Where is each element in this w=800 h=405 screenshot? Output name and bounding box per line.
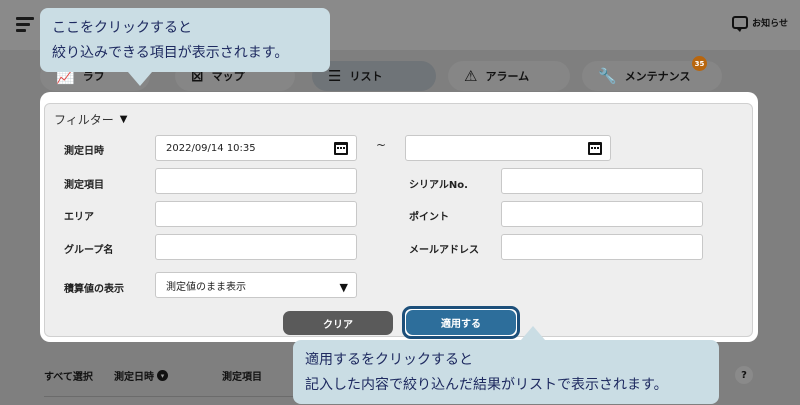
list-header: すべて選択 測定日時 ▾ 測定項目 — [44, 368, 262, 383]
date-from-field[interactable]: 2022/09/14 10:35 — [155, 135, 357, 161]
integral-select[interactable]: 測定値のまま表示 ▼ — [155, 272, 357, 298]
sort-chevron-down-icon[interactable]: ▾ — [157, 370, 168, 381]
callout-apply-hint: 適用するをクリックすると 記入した内容で絞り込んだ結果がリストで表示されます。 — [293, 326, 719, 404]
tab-label: メンテナンス — [624, 70, 691, 83]
serial-input[interactable] — [501, 168, 703, 194]
area-label: エリア — [64, 212, 94, 223]
column-datetime[interactable]: 測定日時 ▾ — [114, 368, 222, 383]
dropdown-arrow-icon: ▼ — [339, 281, 348, 294]
chat-bubble-icon — [732, 16, 749, 32]
callout-top-line1: ここをクリックすると — [52, 20, 192, 36]
group-label: グループ名 — [64, 245, 114, 256]
calendar-icon[interactable] — [334, 142, 348, 155]
item-label: 測定項目 — [64, 180, 104, 191]
tab-label: アラーム — [485, 70, 530, 83]
item-input[interactable] — [155, 168, 357, 194]
date-to-field[interactable] — [405, 135, 611, 161]
apply-button[interactable]: 適用する — [406, 310, 516, 335]
integral-label: 積算値の表示 — [64, 284, 124, 295]
callout-top-line2: 絞り込みできる項目が表示されます。 — [52, 45, 289, 61]
maintenance-icon: 🔧 — [598, 67, 617, 85]
filter-toggle[interactable]: フィルター ▼ — [54, 111, 127, 128]
tab-label: リスト — [349, 70, 383, 83]
range-separator: ~ — [376, 138, 387, 152]
tab-list[interactable]: ☰ リスト — [312, 61, 436, 91]
calendar-icon[interactable] — [588, 142, 602, 155]
list-icon: ☰ — [328, 67, 342, 85]
maintenance-badge: 35 — [692, 56, 707, 71]
area-input[interactable] — [155, 201, 357, 227]
caret-down-icon: ▼ — [119, 114, 128, 125]
callout-bottom-line1: 適用するをクリックすると — [305, 352, 473, 368]
callout-bottom-line2: 記入した内容で絞り込んだ結果がリストで表示されます。 — [305, 377, 668, 393]
serial-label: シリアルNo. — [409, 180, 468, 191]
point-label: ポイント — [409, 212, 449, 223]
tab-alarm[interactable]: ⚠ アラーム — [448, 61, 570, 91]
clear-button[interactable]: クリア — [283, 311, 393, 335]
date-label: 測定日時 — [64, 146, 104, 157]
column-item[interactable]: 測定項目 — [222, 368, 262, 383]
hamburger-menu-icon[interactable] — [16, 17, 34, 32]
group-input[interactable] — [155, 234, 357, 260]
alarm-icon: ⚠ — [464, 67, 478, 85]
email-label: メールアドレス — [409, 245, 479, 256]
notice-button[interactable]: お知らせ — [732, 16, 788, 32]
date-from-value: 2022/09/14 10:35 — [166, 142, 256, 154]
integral-selected-value: 測定値のまま表示 — [166, 281, 246, 293]
help-icon[interactable]: ? — [735, 366, 753, 384]
filter-title: フィルター — [54, 113, 114, 127]
column-datetime-label: 測定日時 — [114, 372, 154, 383]
select-all[interactable]: すべて選択 — [44, 368, 114, 383]
callout-filter-hint: ここをクリックすると 絞り込みできる項目が表示されます。 — [40, 8, 330, 86]
notice-label: お知らせ — [752, 19, 788, 29]
point-input[interactable] — [501, 201, 703, 227]
email-input[interactable] — [501, 234, 703, 260]
